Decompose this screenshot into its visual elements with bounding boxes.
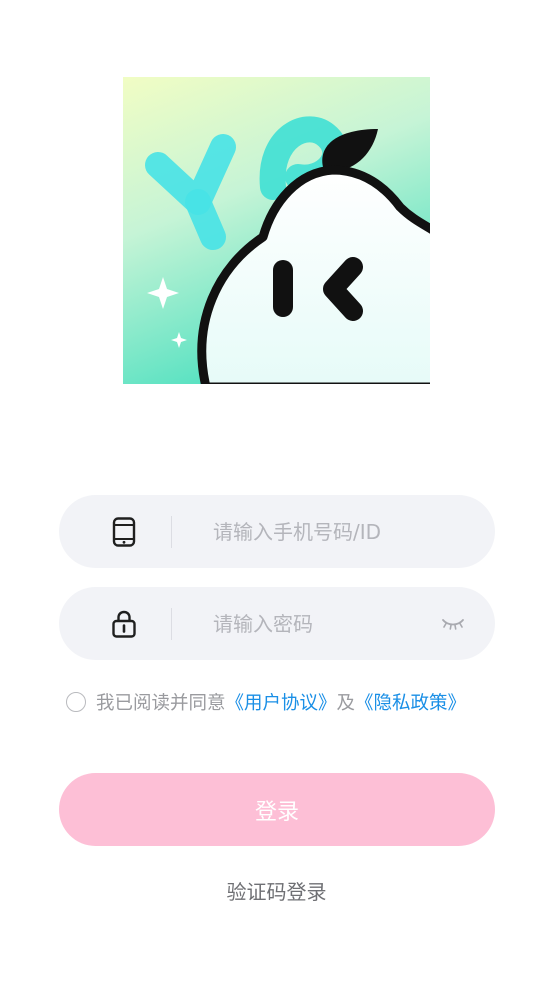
code-login-link[interactable]: 验证码登录	[0, 876, 553, 905]
field-divider	[171, 516, 172, 548]
agreement-row: 我已阅读并同意 《用户协议》 及 《隐私政策》	[66, 688, 466, 716]
agreement-checkbox[interactable]	[66, 692, 86, 712]
phone-icon	[112, 516, 136, 547]
phone-input[interactable]	[213, 495, 443, 568]
app-logo	[123, 77, 430, 384]
agreement-conjunction: 及	[336, 693, 356, 714]
field-divider	[171, 608, 172, 640]
password-field	[59, 587, 495, 660]
login-button[interactable]: 登录	[59, 773, 495, 846]
privacy-policy-link[interactable]: 《隐私政策》	[355, 689, 466, 715]
login-page: 我已阅读并同意 《用户协议》 及 《隐私政策》 登录 验证码登录	[0, 0, 553, 983]
agreement-prefix: 我已阅读并同意	[96, 693, 226, 714]
password-input[interactable]	[213, 587, 443, 660]
phone-field	[59, 495, 495, 568]
lock-icon	[112, 610, 136, 638]
eye-closed-icon[interactable]	[441, 616, 465, 632]
pear-mascot-logo-icon	[123, 77, 430, 384]
user-agreement-link[interactable]: 《用户协议》	[226, 689, 337, 715]
